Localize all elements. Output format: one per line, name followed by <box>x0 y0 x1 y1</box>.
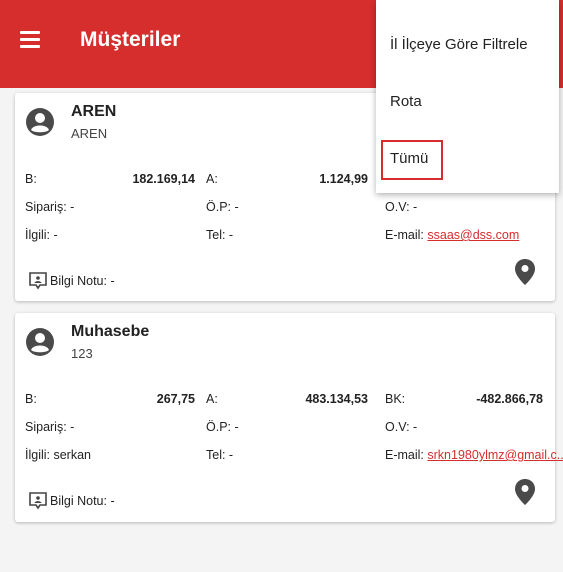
customer-code: 123 <box>71 346 93 361</box>
customer-code: AREN <box>71 126 108 141</box>
balance-label: B: <box>25 392 37 406</box>
page-title: Müşteriler <box>80 28 181 51</box>
order-info: Sipariş: - <box>25 420 75 434</box>
customer-name: Muhasebe <box>71 323 150 340</box>
note-icon <box>29 272 47 290</box>
menu-item-all[interactable]: Tümü <box>390 150 428 167</box>
email-info: E-mail: ssaas@dss.com <box>385 228 519 242</box>
person-icon <box>26 108 54 136</box>
phone-info: Tel: - <box>206 228 234 242</box>
customer-card[interactable]: Muhasebe 123 B: 267,75 A: 483.134,53 BK:… <box>15 313 563 522</box>
contact-info: İlgili: serkan <box>25 448 91 462</box>
overflow-menu: İl İlçeye Göre Filtrele Rota Tümü <box>376 0 559 193</box>
receivable-label: A: <box>206 392 218 406</box>
email-link[interactable]: srkn1980ylmz@gmail.c... <box>427 448 563 462</box>
customer-name: AREN <box>71 103 117 120</box>
phone-info: Tel: - <box>206 448 234 462</box>
balance-value: 267,75 <box>156 392 195 406</box>
note-text: Bilgi Notu: - <box>50 274 115 288</box>
balance-label: B: <box>25 172 37 186</box>
receivable-value: 483.134,53 <box>305 392 368 406</box>
email-info: E-mail: srkn1980ylmz@gmail.c... <box>385 448 563 462</box>
bk-label: BK: <box>385 392 406 406</box>
email-label: E-mail: <box>385 448 424 462</box>
location-pin-icon[interactable] <box>515 259 535 285</box>
receivable-label: A: <box>206 172 218 186</box>
note-icon <box>29 492 47 510</box>
op-info: Ö.P: - <box>206 420 239 434</box>
contact-info: İlgili: - <box>25 228 58 242</box>
email-link[interactable]: ssaas@dss.com <box>427 228 519 242</box>
email-label: E-mail: <box>385 228 424 242</box>
menu-item-filter[interactable]: İl İlçeye Göre Filtrele <box>390 36 528 53</box>
note-text: Bilgi Notu: - <box>50 494 115 508</box>
menu-icon[interactable] <box>20 31 40 51</box>
bk-value: -482.866,78 <box>476 392 543 406</box>
op-info: Ö.P: - <box>206 200 239 214</box>
ov-info: O.V: - <box>385 200 418 214</box>
person-icon <box>26 328 54 356</box>
order-info: Sipariş: - <box>25 200 75 214</box>
location-pin-icon[interactable] <box>515 479 535 505</box>
balance-value: 182.169,14 <box>132 172 195 186</box>
receivable-value: 1.124,99 <box>319 172 368 186</box>
ov-info: O.V: - <box>385 420 418 434</box>
menu-item-route[interactable]: Rota <box>390 93 422 110</box>
